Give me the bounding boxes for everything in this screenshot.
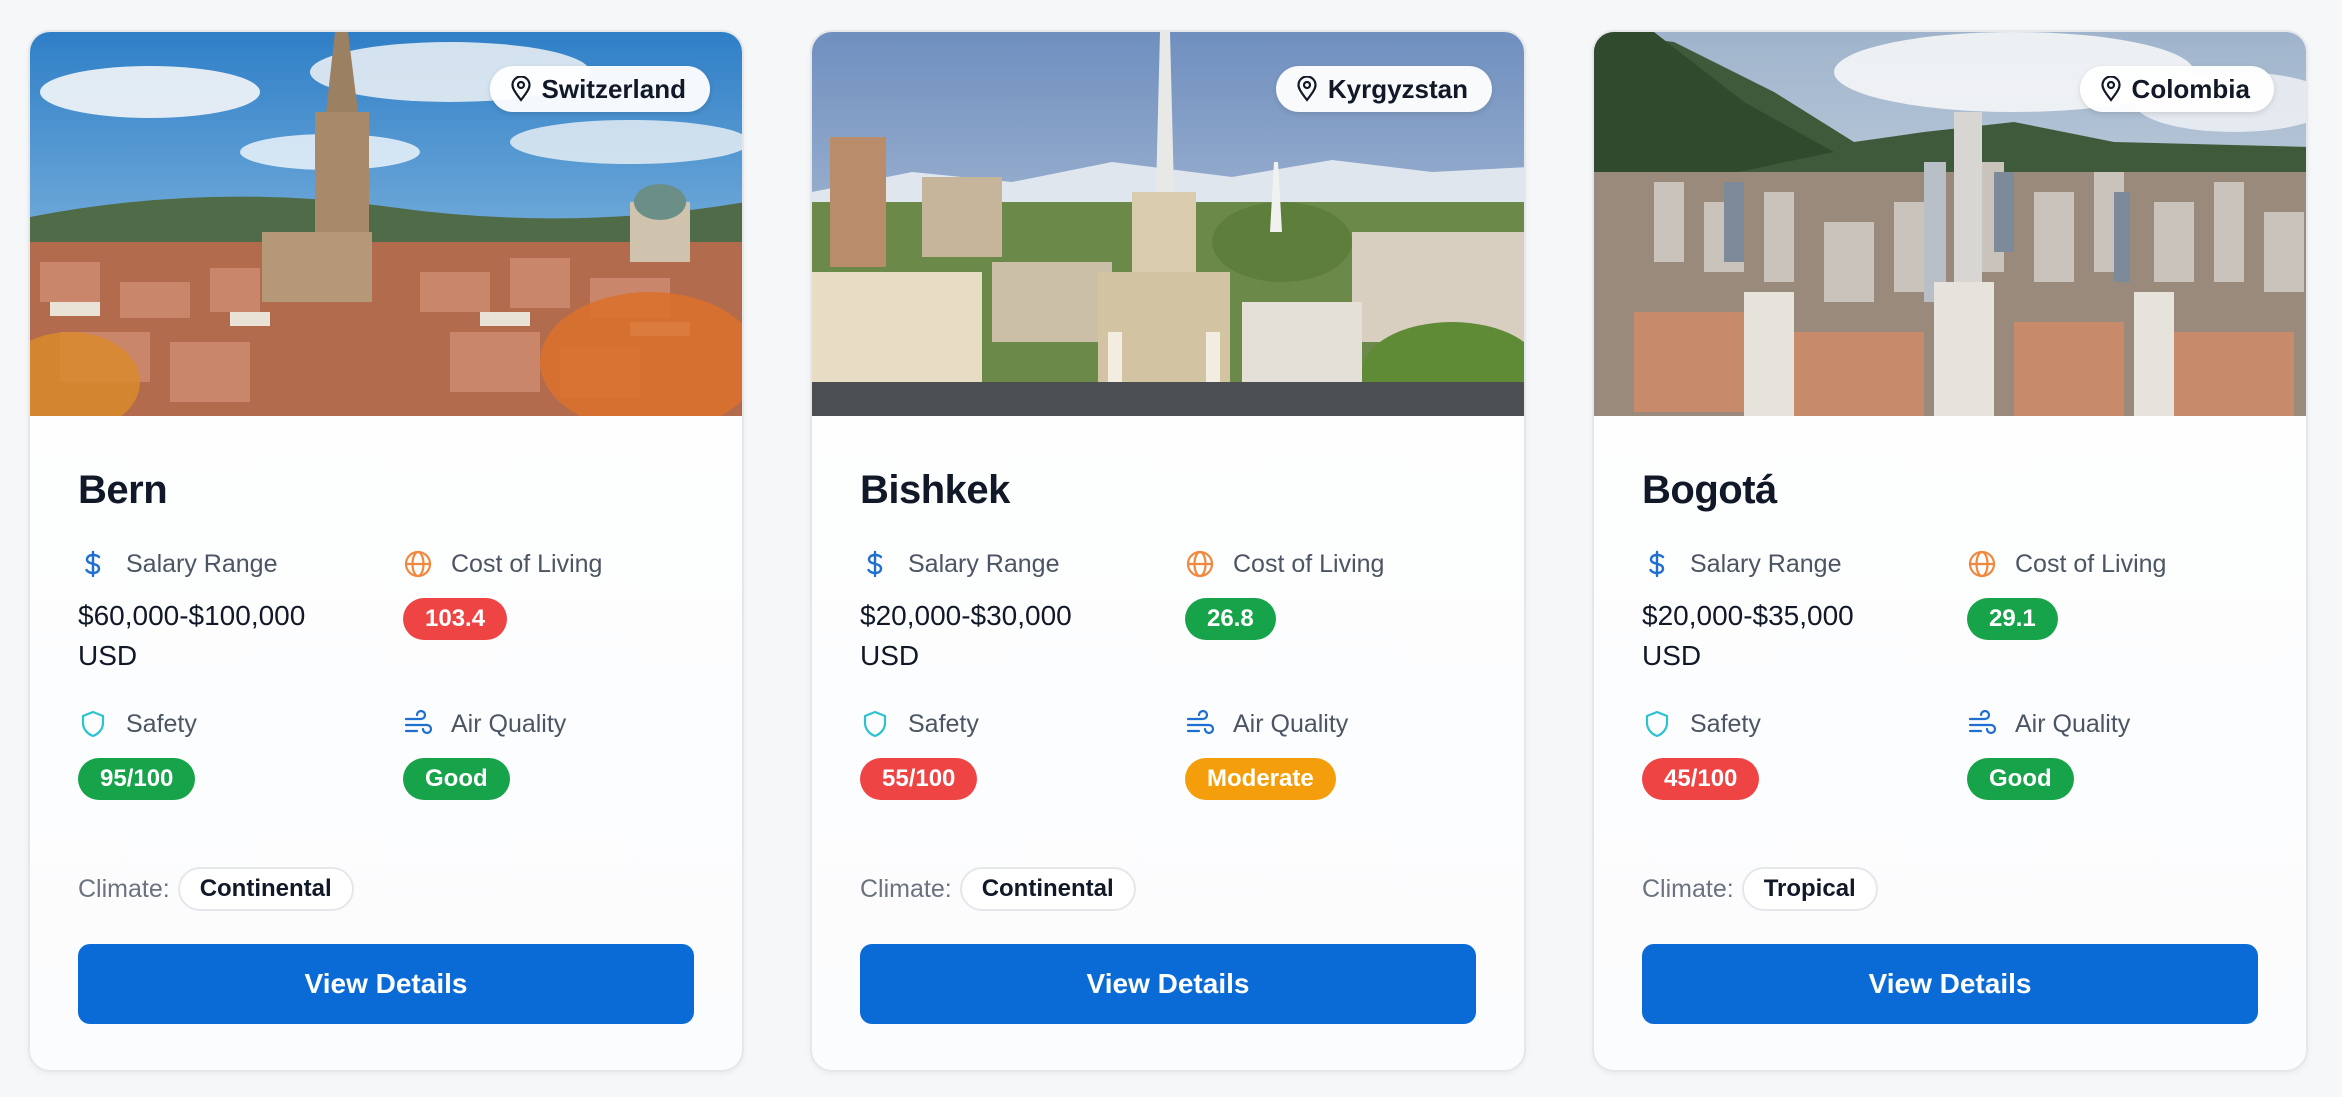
city-photo-bishkek: Kyrgyzstan <box>812 32 1524 416</box>
country-name: Colombia <box>2131 73 2250 104</box>
globe-icon <box>404 550 432 578</box>
air-badge: Good <box>1967 758 2074 800</box>
climate-label: Climate: <box>860 874 952 903</box>
cost-stat: Cost of Living 29.1 <box>1967 546 2267 706</box>
safety-stat: Safety 55/100 <box>860 706 1185 866</box>
cost-badge: 26.8 <box>1185 598 1276 640</box>
shield-icon <box>81 710 105 738</box>
wind-icon <box>1968 709 1997 735</box>
cost-stat: Cost of Living 26.8 <box>1185 546 1485 706</box>
salary-value: $20,000-$35,000 USD <box>1642 600 1854 671</box>
salary-value: $20,000-$30,000 USD <box>860 600 1072 671</box>
air-stat: Air Quality Good <box>403 706 703 866</box>
globe-icon <box>1968 550 1996 578</box>
cost-label: Cost of Living <box>451 549 603 578</box>
safety-badge: 45/100 <box>1642 758 1760 800</box>
salary-label: Salary Range <box>908 549 1060 578</box>
climate-pill: Continental <box>959 867 1136 911</box>
city-card-bern[interactable]: Switzerland Bern Salary Range $60,000-$1… <box>28 30 744 1072</box>
salary-label: Salary Range <box>1690 549 1842 578</box>
view-details-button[interactable]: View Details <box>860 944 1476 1024</box>
air-label: Air Quality <box>2015 709 2131 738</box>
climate-row: Climate: Tropical <box>1642 866 2258 912</box>
salary-stat: Salary Range $60,000-$100,000 USD <box>78 546 403 706</box>
safety-badge: 95/100 <box>78 758 196 800</box>
city-photo-bern: Switzerland <box>30 32 742 416</box>
air-badge: Good <box>403 758 510 800</box>
climate-pill: Continental <box>177 867 354 911</box>
view-details-button[interactable]: View Details <box>78 944 694 1024</box>
city-card-bishkek[interactable]: Kyrgyzstan Bishkek Salary Range $20,000-… <box>810 30 1526 1072</box>
shield-icon <box>1645 710 1669 738</box>
air-label: Air Quality <box>451 709 567 738</box>
wind-icon <box>1186 709 1215 735</box>
safety-badge: 55/100 <box>860 758 978 800</box>
map-pin-icon <box>510 76 531 102</box>
dollar-icon <box>867 550 883 578</box>
view-details-button[interactable]: View Details <box>1642 944 2258 1024</box>
climate-label: Climate: <box>78 874 170 903</box>
air-stat: Air Quality Good <box>1967 706 2267 866</box>
climate-row: Climate: Continental <box>78 866 694 912</box>
salary-label: Salary Range <box>126 549 278 578</box>
air-badge: Moderate <box>1185 758 1336 800</box>
city-photo-bogota: Colombia <box>1594 32 2306 416</box>
wind-icon <box>404 709 433 735</box>
city-name: Bishkek <box>860 468 1010 512</box>
safety-label: Safety <box>126 709 197 738</box>
city-card-grid: Switzerland Bern Salary Range $60,000-$1… <box>28 30 2308 1072</box>
shield-icon <box>863 710 887 738</box>
safety-stat: Safety 95/100 <box>78 706 403 866</box>
cost-badge: 29.1 <box>1967 598 2058 640</box>
country-badge: Switzerland <box>489 66 710 112</box>
safety-label: Safety <box>908 709 979 738</box>
country-badge: Colombia <box>2079 66 2274 112</box>
climate-label: Climate: <box>1642 874 1734 903</box>
country-name: Switzerland <box>541 73 686 104</box>
safety-stat: Safety 45/100 <box>1642 706 1967 866</box>
climate-row: Climate: Continental <box>860 866 1476 912</box>
city-name: Bern <box>78 468 168 512</box>
map-pin-icon <box>2100 76 2121 102</box>
salary-stat: Salary Range $20,000-$30,000 USD <box>860 546 1185 706</box>
salary-value: $60,000-$100,000 USD <box>78 600 306 671</box>
cost-badge: 103.4 <box>403 598 508 640</box>
city-name: Bogotá <box>1642 468 1777 512</box>
climate-pill: Tropical <box>1741 867 1878 911</box>
city-card-bogota[interactable]: Colombia Bogotá Salary Range $20,000-$35… <box>1592 30 2308 1072</box>
air-stat: Air Quality Moderate <box>1185 706 1485 866</box>
country-name: Kyrgyzstan <box>1327 73 1468 104</box>
globe-icon <box>1186 550 1214 578</box>
country-badge: Kyrgyzstan <box>1275 66 1492 112</box>
map-pin-icon <box>1297 76 1317 102</box>
air-label: Air Quality <box>1233 709 1349 738</box>
dollar-icon <box>85 550 101 578</box>
dollar-icon <box>1649 550 1665 578</box>
cost-stat: Cost of Living 103.4 <box>403 546 703 706</box>
salary-stat: Salary Range $20,000-$35,000 USD <box>1642 546 1967 706</box>
safety-label: Safety <box>1690 709 1761 738</box>
cost-label: Cost of Living <box>1233 549 1385 578</box>
cost-label: Cost of Living <box>2015 549 2167 578</box>
